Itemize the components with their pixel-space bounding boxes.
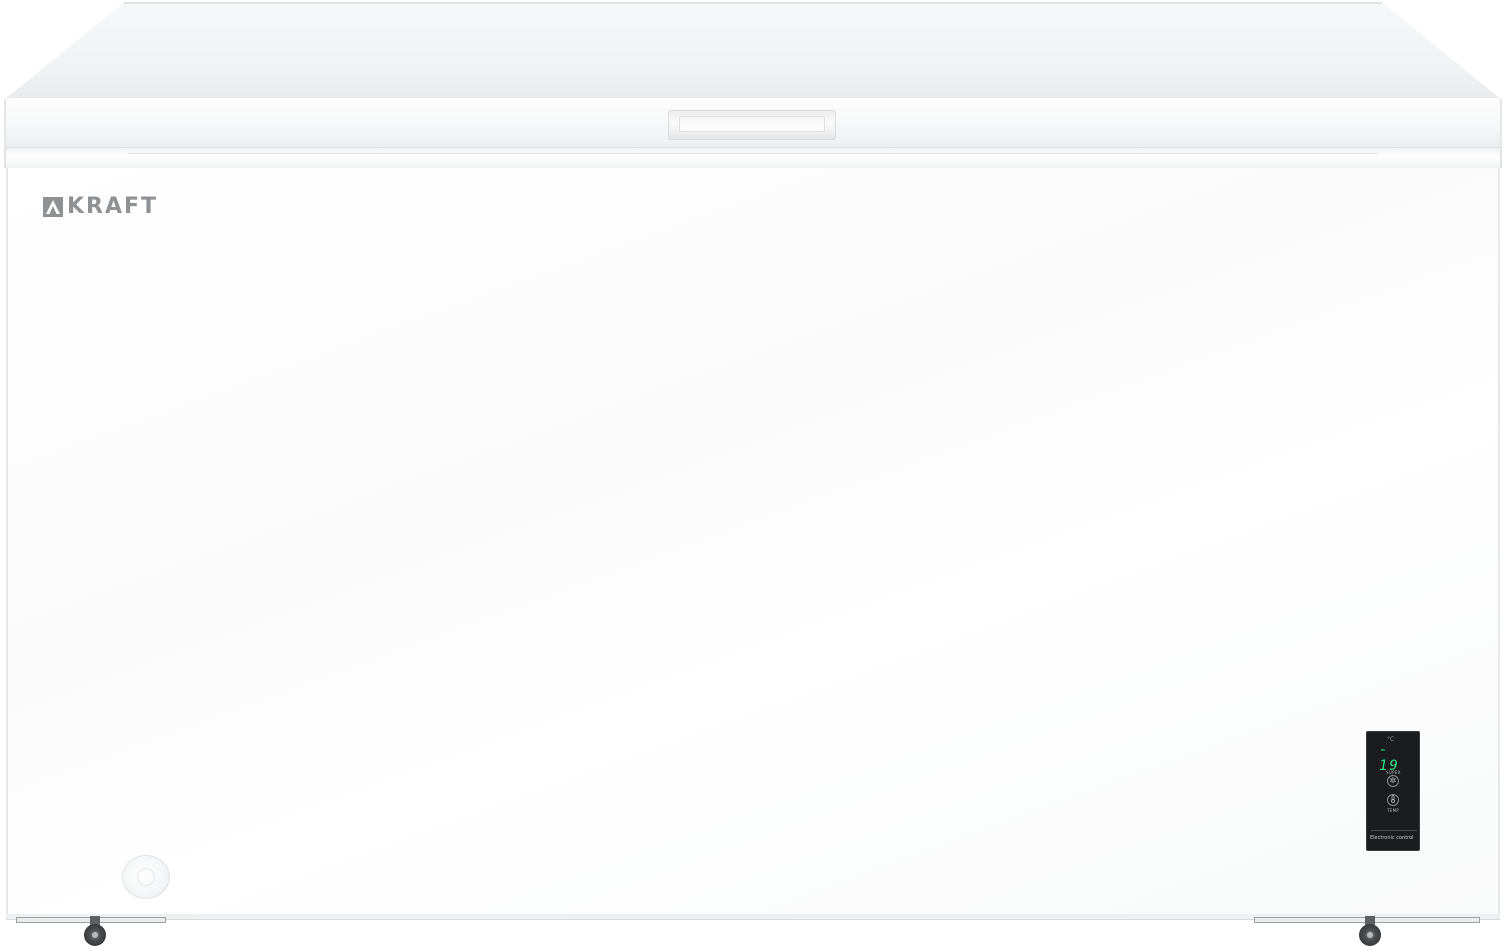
panel-divider <box>1371 830 1417 831</box>
brand-logo-mark <box>43 197 63 217</box>
super-button[interactable]: ✲ <box>1387 775 1399 787</box>
thermometer-icon <box>1390 795 1396 805</box>
left-wheel <box>84 924 106 946</box>
chest-freezer-photo: KRAFT °C - 19 SUPER ✲ TEMP Electronic co… <box>0 0 1506 952</box>
right-wheel <box>1359 924 1381 946</box>
panel-caption: Electronic control <box>1370 835 1414 841</box>
seal-line <box>128 153 1378 154</box>
lid-handle[interactable] <box>668 110 836 140</box>
right-wheel-hub <box>1367 932 1373 938</box>
freezer-lid-top <box>4 2 1502 100</box>
right-caster <box>1355 916 1385 946</box>
lid-handle-grip <box>679 116 825 132</box>
drain-plug[interactable] <box>122 855 170 899</box>
lid-seal <box>4 148 1502 168</box>
temp-label: TEMP <box>1387 808 1400 813</box>
brand-logo: KRAFT <box>43 196 158 218</box>
lid-top-edge <box>124 2 1382 4</box>
control-panel: °C - 19 SUPER ✲ TEMP Electronic control <box>1366 731 1420 851</box>
temp-button[interactable] <box>1387 794 1399 806</box>
freezer-body <box>6 168 1500 918</box>
brand-name: KRAFT <box>67 194 159 219</box>
drain-plug-cap <box>137 868 155 886</box>
left-wheel-hub <box>92 932 98 938</box>
snowflake-icon: ✲ <box>1389 776 1397 785</box>
left-caster <box>80 916 110 946</box>
